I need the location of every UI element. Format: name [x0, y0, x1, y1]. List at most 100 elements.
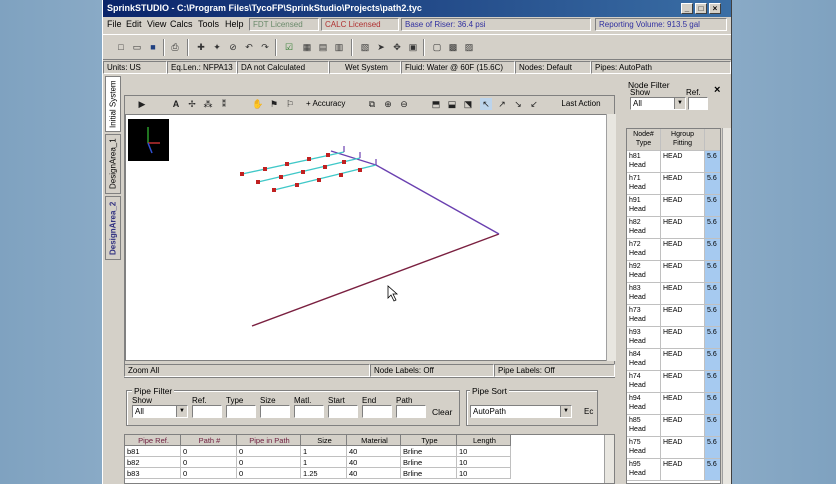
panel-icon[interactable]: ▩	[447, 41, 459, 53]
head-marker[interactable]	[358, 168, 362, 172]
close-button[interactable]: ×	[709, 3, 721, 14]
menu-view[interactable]: View	[147, 19, 166, 29]
type-filter-input[interactable]	[226, 405, 256, 418]
end-filter-input[interactable]	[362, 405, 392, 418]
table-row[interactable]: b83 0 0 1.25 40 Brline 10	[125, 468, 605, 479]
list-item[interactable]: h84 Head HEAD 5.6	[627, 349, 720, 371]
list-item[interactable]: h81 Head HEAD 5.6	[627, 151, 720, 173]
list-item[interactable]: h85 Head HEAD 5.6	[627, 415, 720, 437]
chevron-down-icon[interactable]: ▼	[560, 406, 571, 417]
export-icon[interactable]: ▨	[463, 41, 475, 53]
clear-button[interactable]: Clear	[432, 407, 452, 417]
accuracy-button[interactable]: + Accuracy	[306, 99, 345, 108]
pointer-icon[interactable]: ➤	[375, 41, 387, 53]
play-icon[interactable]: ▶	[136, 98, 148, 110]
graph-icon[interactable]: ▧	[359, 41, 371, 53]
head-marker[interactable]	[272, 188, 276, 192]
menu-edit[interactable]: Edit	[126, 19, 142, 29]
menu-help[interactable]: Help	[225, 19, 244, 29]
start-filter-input[interactable]	[328, 405, 358, 418]
tab-design-area-2[interactable]: DesignArea_2	[105, 196, 121, 260]
report-icon[interactable]: ▣	[407, 41, 419, 53]
table-row[interactable]: b82 0 0 1 40 Brline 10	[125, 457, 605, 468]
col-size[interactable]: Size	[301, 435, 347, 446]
ref-filter-input[interactable]	[192, 405, 222, 418]
zoom-window-icon[interactable]: ⧉	[366, 98, 378, 110]
zoom-in-icon[interactable]: ⊕	[382, 98, 394, 110]
delete-icon[interactable]: ⊘	[227, 41, 239, 53]
head-marker[interactable]	[339, 173, 343, 177]
matl-filter-input[interactable]	[294, 405, 324, 418]
menu-file[interactable]: File	[107, 19, 122, 29]
feed-pipe[interactable]	[375, 164, 500, 235]
drawing-canvas[interactable]	[125, 114, 614, 361]
chevron-down-icon[interactable]: ▼	[176, 406, 187, 417]
view-front-icon[interactable]: ⬓	[446, 98, 458, 110]
menu-calcs[interactable]: Calcs	[170, 19, 193, 29]
list-item[interactable]: h74 Head HEAD 5.6	[627, 371, 720, 393]
head-marker[interactable]	[317, 178, 321, 182]
col-length[interactable]: Length	[457, 435, 511, 446]
head-marker[interactable]	[307, 157, 311, 161]
save-icon[interactable]: ■	[147, 41, 159, 53]
main-pipe[interactable]	[251, 233, 500, 327]
node-flag-icon[interactable]: ⚑	[268, 98, 280, 110]
viewer-scrollbar[interactable]	[606, 114, 616, 361]
node-table-scrollbar[interactable]	[722, 128, 731, 484]
head-marker[interactable]	[295, 183, 299, 187]
last-action-button[interactable]: Last Action	[556, 99, 606, 108]
head-marker[interactable]	[326, 153, 330, 157]
add-pipe-icon[interactable]: ✦	[211, 41, 223, 53]
tab-initial-system[interactable]: Initial System	[105, 76, 121, 132]
list-item[interactable]: h72 Head HEAD 5.6	[627, 239, 720, 261]
node-ref-input[interactable]	[688, 97, 708, 110]
head-marker[interactable]	[342, 160, 346, 164]
select-pipe-icon[interactable]: ↘	[512, 98, 524, 110]
list-item[interactable]: h82 Head HEAD 5.6	[627, 217, 720, 239]
undo-icon[interactable]: ↶	[243, 41, 255, 53]
col-pipe-in-path[interactable]: Pipe in Path	[237, 435, 301, 446]
print-icon[interactable]: ⎙	[169, 41, 181, 53]
pipe-table-scrollbar[interactable]	[604, 435, 614, 483]
tab-design-area-1[interactable]: DesignArea_1	[105, 134, 121, 194]
col-pipe-ref[interactable]: Pipe Ref.	[125, 435, 181, 446]
size-filter-input[interactable]	[260, 405, 290, 418]
list-item[interactable]: h94 Head HEAD 5.6	[627, 393, 720, 415]
col-k-factor[interactable]	[705, 129, 720, 150]
list-item[interactable]: h71 Head HEAD 5.6	[627, 173, 720, 195]
col-type[interactable]: Type	[401, 435, 457, 446]
pan-hand-icon[interactable]: ✋	[252, 98, 264, 110]
view-iso-icon[interactable]: ⬒	[430, 98, 442, 110]
close-icon[interactable]: ×	[714, 84, 720, 96]
list-item[interactable]: h95 Head HEAD 5.6	[627, 459, 720, 481]
head-marker[interactable]	[323, 165, 327, 169]
head-marker[interactable]	[279, 175, 283, 179]
node-number-icon[interactable]: ⁂	[202, 98, 214, 110]
select-node-icon[interactable]: ↗	[496, 98, 508, 110]
col-path-number[interactable]: Path #	[181, 435, 237, 446]
list-item[interactable]: h91 Head HEAD 5.6	[627, 195, 720, 217]
pipe-flag-icon[interactable]: ⚐	[284, 98, 296, 110]
calc-check-icon[interactable]: ☑	[283, 41, 295, 53]
maximize-button[interactable]: □	[695, 3, 707, 14]
node-show-select[interactable]: All ▼	[630, 97, 686, 110]
list-item[interactable]: h93 Head HEAD 5.6	[627, 327, 720, 349]
select-pointer-icon[interactable]: ↖	[480, 98, 492, 110]
text-icon[interactable]: A	[170, 98, 182, 110]
list-item[interactable]: h83 Head HEAD 5.6	[627, 283, 720, 305]
chevron-down-icon[interactable]: ▼	[674, 98, 685, 109]
select-area-icon[interactable]: ↙	[528, 98, 540, 110]
table-icon[interactable]: ▥	[333, 41, 345, 53]
col-node-type[interactable]: Node# Type	[627, 129, 661, 150]
head-marker[interactable]	[256, 180, 260, 184]
node-tool-icon[interactable]: ✢	[186, 98, 198, 110]
pipe-number-icon[interactable]: ⁑	[218, 98, 230, 110]
redo-icon[interactable]: ↷	[259, 41, 271, 53]
zoom-out-icon[interactable]: ⊖	[398, 98, 410, 110]
head-marker[interactable]	[240, 172, 244, 176]
move-icon[interactable]: ✥	[391, 41, 403, 53]
head-marker[interactable]	[263, 167, 267, 171]
head-marker[interactable]	[285, 162, 289, 166]
col-material[interactable]: Material	[347, 435, 401, 446]
head-marker[interactable]	[301, 170, 305, 174]
